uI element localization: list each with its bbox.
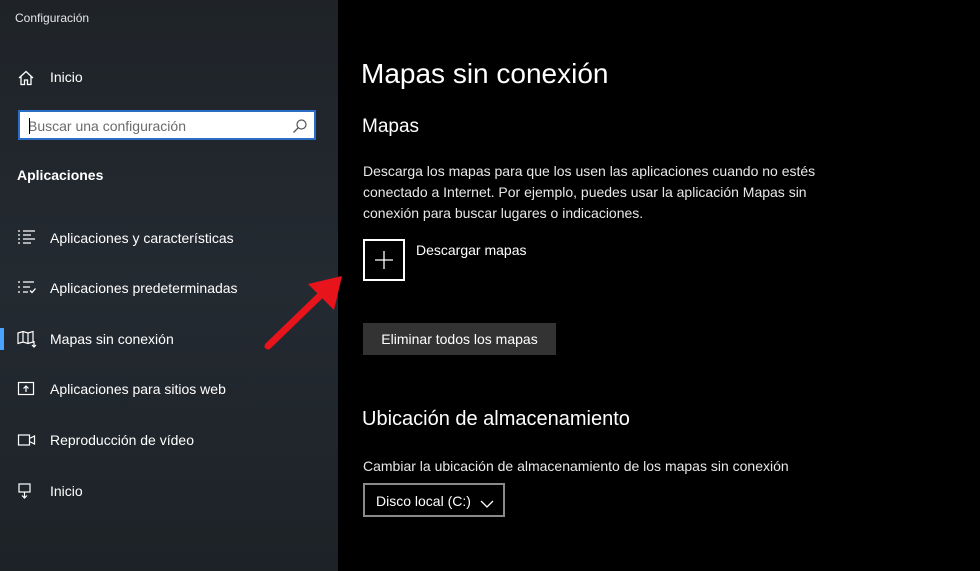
offline-maps-icon <box>17 330 37 348</box>
storage-description: Cambiar la ubicación de almacenamiento d… <box>363 458 789 474</box>
download-maps-label[interactable]: Descargar mapas <box>416 242 527 258</box>
startup-icon <box>17 482 37 500</box>
video-playback-icon <box>17 431 37 449</box>
sidebar-item-apps-websites[interactable]: Aplicaciones para sitios web <box>0 369 338 409</box>
maps-description: Descarga los mapas para que los usen las… <box>363 163 816 221</box>
annotation-arrow-icon <box>264 276 342 350</box>
sidebar-item-label: Inicio <box>50 483 83 499</box>
dropdown-value: Disco local (C:) <box>376 493 471 509</box>
sidebar-item-video-playback[interactable]: Reproducción de vídeo <box>0 420 338 460</box>
sidebar-item-label: Aplicaciones predeterminadas <box>50 280 238 296</box>
maps-heading: Mapas <box>362 116 420 137</box>
sidebar-item-startup[interactable]: Inicio <box>0 471 338 511</box>
sidebar-item-label: Aplicaciones para sitios web <box>50 381 226 397</box>
download-maps-button[interactable] <box>363 239 405 281</box>
storage-location-dropdown[interactable]: Disco local (C:) <box>363 483 505 517</box>
sidebar-item-label: Aplicaciones y características <box>50 230 234 246</box>
sidebar-item-label: Inicio <box>50 69 83 85</box>
apps-websites-icon <box>17 380 37 398</box>
sidebar-item-apps-features[interactable]: Aplicaciones y características <box>0 218 338 258</box>
window-title: Configuración <box>15 11 90 25</box>
text-caret <box>29 118 30 134</box>
chevron-down-icon <box>480 496 494 514</box>
active-indicator <box>0 328 4 350</box>
section-heading: Aplicaciones <box>17 167 104 183</box>
sidebar-item-label: Reproducción de vídeo <box>50 432 194 448</box>
sidebar-item-home[interactable]: Inicio <box>0 60 338 94</box>
main-content: Mapas sin conexión Mapas Descarga los ma… <box>338 0 980 571</box>
search-icon[interactable] <box>292 118 308 134</box>
apps-features-icon <box>17 229 37 247</box>
storage-heading: Ubicación de almacenamiento <box>362 408 630 430</box>
page-title: Mapas sin conexión <box>361 58 609 89</box>
search-box[interactable] <box>18 110 316 140</box>
remove-all-maps-button[interactable]: Eliminar todos los mapas <box>363 323 556 355</box>
plus-icon <box>375 251 393 269</box>
home-icon <box>17 69 35 87</box>
sidebar-item-label: Mapas sin conexión <box>50 331 174 347</box>
default-apps-icon <box>17 279 37 297</box>
search-input[interactable] <box>28 117 283 135</box>
